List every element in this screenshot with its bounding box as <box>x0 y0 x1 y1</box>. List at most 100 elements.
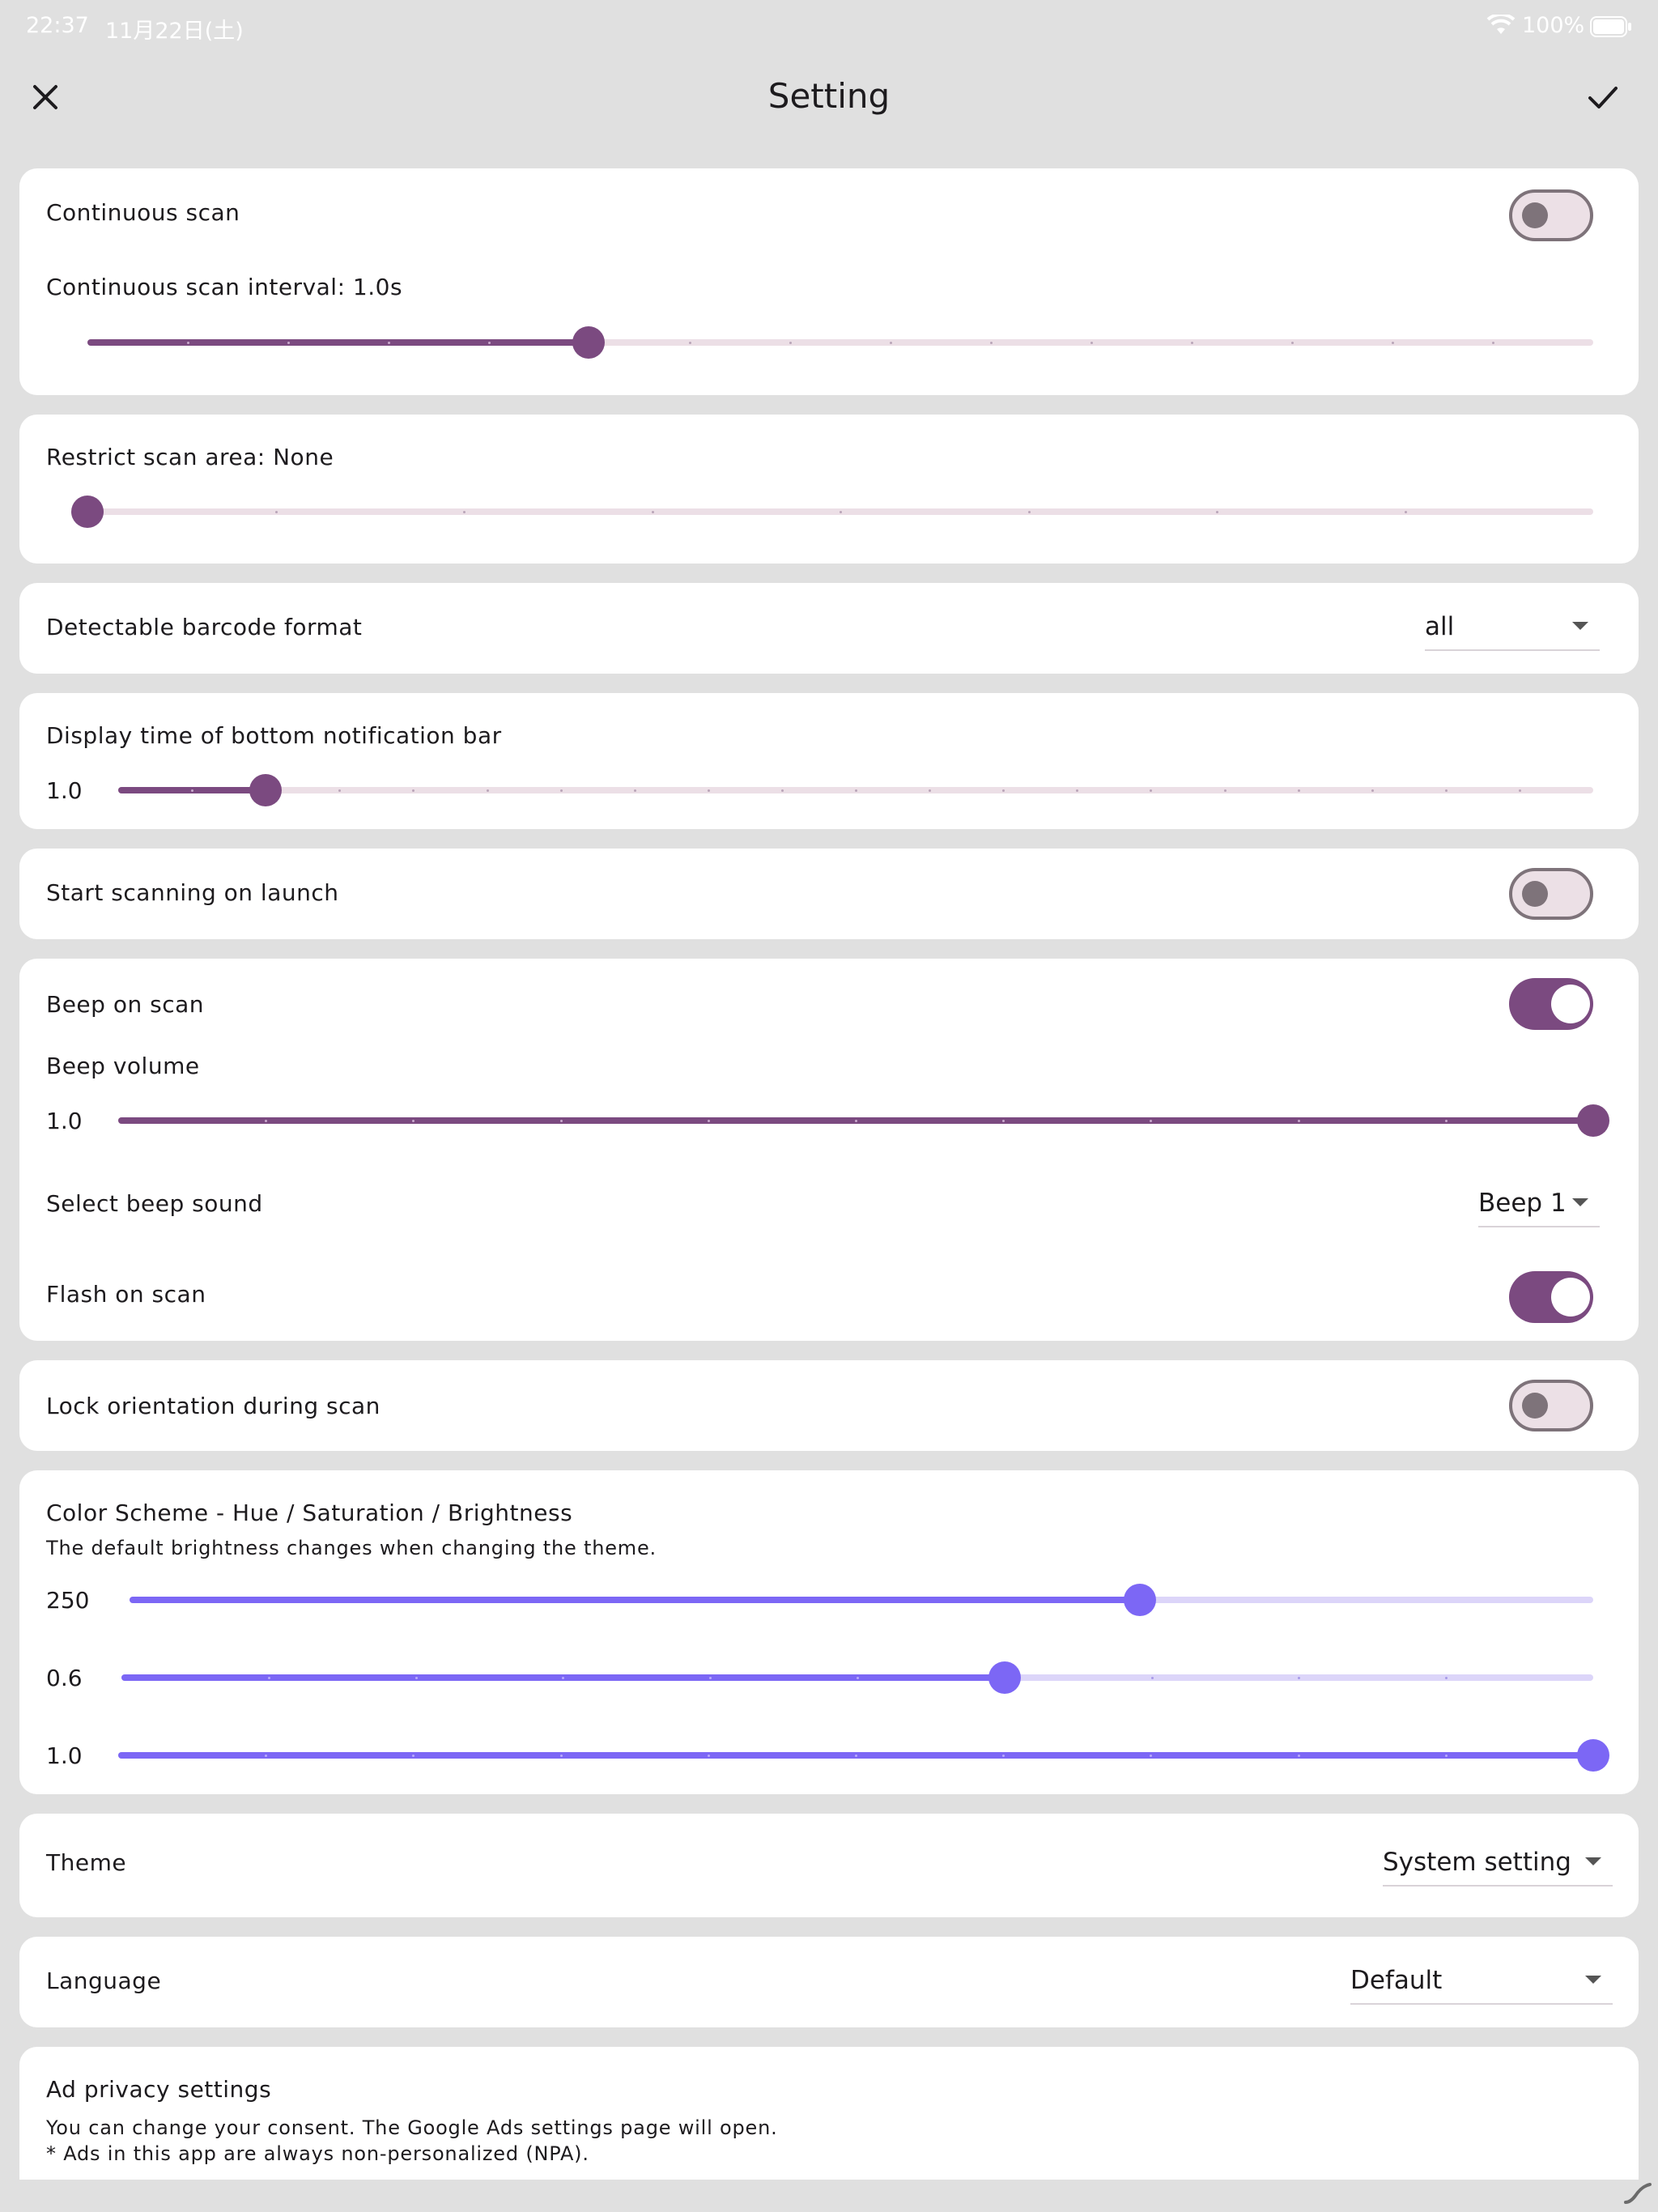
check-icon[interactable] <box>1579 76 1627 118</box>
slider-thumb[interactable] <box>249 774 283 806</box>
slider-tick <box>840 511 842 513</box>
ad-privacy-line2: * Ads in this app are always non-persona… <box>46 2142 589 2165</box>
wifi-icon <box>1486 15 1516 34</box>
slider-tick <box>651 511 654 513</box>
beep-volume-label: Beep volume <box>46 1053 200 1079</box>
lock-orientation-label: Lock orientation during scan <box>46 1393 380 1419</box>
barcode-format-value: all <box>1425 612 1455 641</box>
notification-bar-slider[interactable] <box>118 774 1593 806</box>
beep-sound-dropdown[interactable]: Beep 1 <box>1478 1182 1600 1227</box>
beep-sound-value: Beep 1 <box>1478 1189 1567 1218</box>
slider-tick <box>1191 342 1193 344</box>
dropdown-arrow-icon <box>1572 622 1588 630</box>
slider-tick <box>855 789 857 792</box>
scroll-indicator-icon <box>1624 2183 1652 2204</box>
slider-tick <box>287 342 290 344</box>
app-bar: Setting <box>0 52 1658 143</box>
slider-tick <box>488 342 491 344</box>
lock-orientation-toggle[interactable] <box>1509 1380 1593 1431</box>
toggle-knob <box>1522 1393 1548 1419</box>
flash-on-scan-label: Flash on scan <box>46 1281 206 1308</box>
slider-tick <box>1404 511 1407 513</box>
slider-tick <box>1216 511 1218 513</box>
language-dropdown[interactable]: Default <box>1350 1959 1613 2005</box>
battery-percentage: 100% <box>1522 13 1585 38</box>
toggle-knob <box>1522 202 1548 228</box>
slider-tick <box>274 511 278 513</box>
language-label: Language <box>46 1967 162 1994</box>
ad-privacy-card[interactable]: Ad privacy settings You can change your … <box>19 2047 1639 2180</box>
dropdown-arrow-icon <box>1572 1198 1588 1206</box>
start-scanning-toggle[interactable] <box>1509 868 1593 920</box>
slider-tick <box>1444 1120 1448 1122</box>
brightness-value: 1.0 <box>46 1742 83 1769</box>
beep-card: Beep on scan Beep volume 1.0 Select beep… <box>19 959 1639 1341</box>
slider-thumb[interactable] <box>1577 1739 1609 1772</box>
slider-tick <box>1223 789 1226 792</box>
flash-on-scan-toggle[interactable] <box>1509 1271 1593 1323</box>
slider-tick <box>414 1677 418 1679</box>
slider-tick <box>486 789 489 792</box>
status-time: 22:37 <box>26 13 89 38</box>
beep-sound-label: Select beep sound <box>46 1190 263 1217</box>
theme-dropdown[interactable]: System setting <box>1383 1841 1613 1887</box>
beep-on-scan-toggle[interactable] <box>1509 978 1593 1030</box>
slider-tick <box>267 1677 270 1679</box>
slider-tick <box>559 1755 563 1757</box>
toggle-knob <box>1551 985 1590 1023</box>
color-scheme-label: Color Scheme - Hue / Saturation / Bright… <box>46 1499 573 1526</box>
slider-tick <box>1444 1755 1448 1757</box>
slider-tick <box>789 342 792 344</box>
toggle-knob <box>1522 881 1548 907</box>
continuous-scan-card: Continuous scan Continuous scan interval… <box>19 168 1639 395</box>
slider-tick <box>1027 511 1031 513</box>
slider-tick <box>857 1677 859 1679</box>
slider-tick <box>990 342 993 344</box>
beep-volume-slider[interactable] <box>118 1104 1609 1137</box>
ad-privacy-label: Ad privacy settings <box>46 2076 272 2103</box>
slider-tick <box>1444 789 1448 792</box>
scan-interval-slider[interactable] <box>87 326 1593 359</box>
slider-thumb[interactable] <box>71 496 104 528</box>
slider-tick <box>707 1120 710 1122</box>
color-scheme-card: Color Scheme - Hue / Saturation / Bright… <box>19 1470 1639 1794</box>
barcode-format-dropdown[interactable]: all <box>1425 606 1600 651</box>
restrict-scan-area-slider[interactable] <box>71 496 1593 528</box>
slider-tick <box>1371 789 1374 792</box>
beep-on-scan-label: Beep on scan <box>46 991 204 1018</box>
scan-interval-label: Continuous scan interval: 1.0s <box>46 274 403 300</box>
slider-tick <box>633 789 636 792</box>
slider-tick <box>187 342 189 344</box>
slider-tick <box>559 789 563 792</box>
color-scheme-description: The default brightness changes when chan… <box>46 1537 657 1559</box>
battery-icon <box>1590 16 1631 37</box>
lock-orientation-card: Lock orientation during scan <box>19 1360 1639 1451</box>
notification-bar-card: Display time of bottom notification bar … <box>19 693 1639 829</box>
hue-slider[interactable] <box>130 1584 1593 1616</box>
beep-volume-value: 1.0 <box>46 1108 83 1134</box>
slider-tick <box>1150 1677 1154 1679</box>
slider-tick <box>1297 1120 1300 1122</box>
notification-bar-label: Display time of bottom notification bar <box>46 722 502 749</box>
slider-tick <box>1392 342 1394 344</box>
slider-tick <box>1291 342 1294 344</box>
continuous-scan-toggle[interactable] <box>1509 189 1593 241</box>
slider-thumb[interactable] <box>988 1661 1021 1694</box>
brightness-slider[interactable] <box>118 1739 1609 1772</box>
slider-thumb[interactable] <box>572 326 606 359</box>
slider-tick <box>388 342 390 344</box>
slider-tick <box>707 789 710 792</box>
ad-privacy-line1: You can change your consent. The Google … <box>46 2116 778 2139</box>
continuous-scan-label: Continuous scan <box>46 199 240 226</box>
saturation-slider[interactable] <box>121 1661 1593 1694</box>
theme-card: Theme System setting <box>19 1814 1639 1917</box>
slider-thumb[interactable] <box>1123 1584 1156 1616</box>
slider-tick <box>1518 789 1521 792</box>
slider-thumb[interactable] <box>1577 1104 1609 1137</box>
hue-value: 250 <box>46 1587 90 1614</box>
barcode-format-label: Detectable barcode format <box>46 614 363 640</box>
slider-tick <box>707 1755 710 1757</box>
slider-tick <box>463 511 466 513</box>
slider-tick <box>689 342 691 344</box>
dropdown-arrow-icon <box>1585 1976 1601 1984</box>
